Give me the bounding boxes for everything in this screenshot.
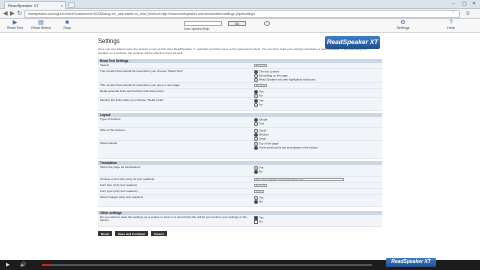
row-word: Monitor the links when you choose "Read … xyxy=(98,98,382,111)
button-size-label: Size of the buttons xyxy=(100,127,125,132)
url-text: readspeaker.com/cgi-bin/rsent?customerid… xyxy=(28,12,255,16)
save-continue-button[interactable]: Save and Continue xyxy=(115,231,149,236)
read-start-label: The content that should be read when you… xyxy=(100,68,183,73)
volume-icon[interactable]: 🔊 xyxy=(20,261,26,269)
footer-logo: ReadSpeaker XT xyxy=(386,258,436,267)
close-window-icon[interactable]: ✕ xyxy=(472,1,476,7)
read-select-button[interactable]: ▤ Read Select xyxy=(30,20,52,31)
search-go-button[interactable]: Go xyxy=(228,21,246,26)
row-button-size: Size of the buttons Small Medium Large xyxy=(98,128,382,141)
browser-menu-icon[interactable]: ≡ xyxy=(466,10,470,18)
row-save: Do you want to save the settings as a co… xyxy=(98,215,382,227)
read-text-label: Read Text xyxy=(6,26,24,30)
stop-button[interactable]: ■ Stop xyxy=(56,20,78,31)
row-read-start: The content that should be read when you… xyxy=(98,69,382,83)
speed-label: Speed xyxy=(100,62,109,67)
search-icon[interactable] xyxy=(264,21,270,26)
help-label: Help xyxy=(447,26,455,30)
page-title: Settings xyxy=(98,39,120,45)
row-zoom: Show images (only text readers) Yes No xyxy=(98,195,382,207)
row-translate-page: Show the page as translations Yes No xyxy=(98,165,382,177)
search-label: User options/Help xyxy=(184,27,210,31)
progress-track[interactable] xyxy=(42,264,372,266)
panel-label: Show panels xyxy=(100,140,118,145)
font-type-select[interactable]: Arial xyxy=(254,189,264,194)
help-button[interactable]: ? Help xyxy=(440,20,462,31)
progress-fill xyxy=(42,264,52,266)
settings-button[interactable]: ⚙ Settings xyxy=(392,20,414,31)
reload-icon[interactable]: ↻ xyxy=(17,10,22,18)
font-size-select[interactable]: Normal xyxy=(254,183,268,188)
row-panel: Show panels Top of the page Show panel a… xyxy=(98,141,382,159)
panel-option[interactable]: Show panel at the top and always in the … xyxy=(254,146,380,150)
buttons-option[interactable]: Text xyxy=(254,122,380,126)
reset-button[interactable]: Reset xyxy=(98,231,113,236)
back-icon[interactable]: ◀ xyxy=(3,10,8,18)
row-highlight: Read selected links and buttons that hav… xyxy=(98,89,382,98)
minimize-icon[interactable]: – xyxy=(452,1,455,7)
zoom-label: Show images (only text readers) xyxy=(100,194,144,199)
cancel-button[interactable]: Cancel xyxy=(150,231,167,236)
tab-title: ReadSpeaker XT xyxy=(8,3,39,8)
zoom-option[interactable]: No xyxy=(254,200,380,204)
bookmark-star-icon[interactable]: ☆ xyxy=(451,9,455,16)
forward-icon[interactable]: ▶ xyxy=(10,10,15,18)
browser-tab[interactable]: ReadSpeaker XT × xyxy=(4,1,66,9)
font-size-label: Font size (only text readers) xyxy=(100,182,138,187)
font-type-label: Font type (only text readers) xyxy=(100,188,138,193)
row-buttons: Type of buttons Simple Text xyxy=(98,117,382,128)
settings-page: Settings ReadSpeaker XT Here you can adj… xyxy=(90,33,390,260)
read-select-label: Read Select xyxy=(31,26,51,30)
language-label: Choose a font size (only for text reader… xyxy=(100,176,155,181)
translate-page-option[interactable]: No xyxy=(254,170,380,174)
maximize-icon[interactable]: ▢ xyxy=(462,1,467,7)
translate-page-label: Show the page as translations xyxy=(100,164,141,169)
search-input[interactable] xyxy=(184,21,222,26)
form-buttons: Reset Save and Continue Cancel xyxy=(98,231,169,236)
word-label: Monitor the links when you choose "Read … xyxy=(100,97,164,102)
read-text-button[interactable]: ▶ Read Text xyxy=(4,20,26,31)
url-field[interactable]: readspeaker.com/cgi-bin/rsent?customerid… xyxy=(24,10,460,18)
tab-bar: ReadSpeaker XT × – ▢ ✕ xyxy=(0,0,480,9)
buttons-label: Type of buttons xyxy=(100,116,121,121)
word-option[interactable]: No xyxy=(254,103,380,107)
speed-select[interactable]: Normal xyxy=(254,63,268,68)
save-option[interactable]: No xyxy=(254,220,380,224)
highlight-label: Read selected links and buttons that hav… xyxy=(100,88,164,93)
tab-close-icon[interactable]: × xyxy=(61,2,63,9)
settings-label: Settings xyxy=(396,26,410,30)
voice-label: The content that should be read when you… xyxy=(100,82,180,87)
button-size-option[interactable]: Large xyxy=(254,137,380,141)
highlight-option[interactable]: No xyxy=(254,94,380,98)
readspeaker-toolbar: ▶ Read Text ▤ Read Select ■ Stop Go User… xyxy=(0,19,480,33)
language-select[interactable]: One drop of high-contrast background xyxy=(254,177,344,182)
play-icon[interactable]: ▶ xyxy=(6,261,10,269)
browser-window: ReadSpeaker XT × – ▢ ✕ ◀ ▶ ↻ readspeaker… xyxy=(0,0,480,270)
voice-select[interactable]: Normal xyxy=(254,83,268,88)
save-label: Do you want to save the settings as a co… xyxy=(100,214,247,223)
address-bar-row: ◀ ▶ ↻ readspeaker.com/cgi-bin/rsent?cust… xyxy=(0,9,480,19)
stop-label: Stop xyxy=(63,26,71,30)
new-tab-button[interactable] xyxy=(68,2,75,8)
intro-text: Here you can adjust some the access to s… xyxy=(98,47,367,55)
read-start-option[interactable]: Read Speaker text with highlighted selec… xyxy=(254,78,380,82)
